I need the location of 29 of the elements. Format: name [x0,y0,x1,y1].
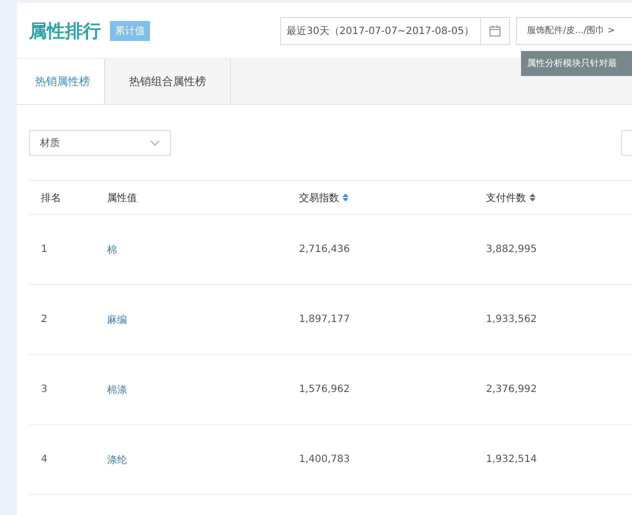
chevron-down-icon [150,140,160,146]
attribute-link[interactable]: 棉 [107,242,117,256]
attribute-link[interactable]: 麻编 [107,312,127,326]
attribute-link[interactable]: 涤纶 [107,452,127,466]
rank-cell: 3 [41,384,48,395]
rank-cell: 1 [41,244,48,255]
table-cell: 1,897,177 [299,314,350,325]
table-cell: 1,933,562 [486,314,537,325]
rank-cell: 4 [41,454,48,465]
table-cell: 2,716,436 [299,244,350,255]
table-cell: 1,576,962 [299,384,350,395]
table-cell: 1,400,783 [299,454,350,465]
sort-icon[interactable] [529,193,536,202]
column-header: 属性值 [107,192,137,204]
rank-cell: 2 [41,314,48,325]
date-range-picker[interactable]: 最近30天（2017-07-07~2017-08-05） [280,16,510,44]
attribute-link[interactable]: 棉涤 [107,382,127,396]
attribute-dropdown[interactable]: 材质 [29,130,171,156]
column-header[interactable]: 支付件数 [486,190,526,204]
column-header[interactable]: 交易指数 [299,190,339,204]
tag-badge: 累计值 [110,20,150,40]
category-selector[interactable]: 服饰配件/皮.../围巾 > [516,16,632,44]
page-title: 属性排行 [29,20,101,42]
tooltip: 属性分析模块只针对最 [521,51,632,76]
table-cell: 3,882,995 [486,244,537,255]
column-header: 排名 [41,192,61,204]
table-cell: 2,376,992 [486,384,537,395]
sort-icon[interactable] [342,193,349,202]
table-cell: 1,932,514 [486,454,537,465]
